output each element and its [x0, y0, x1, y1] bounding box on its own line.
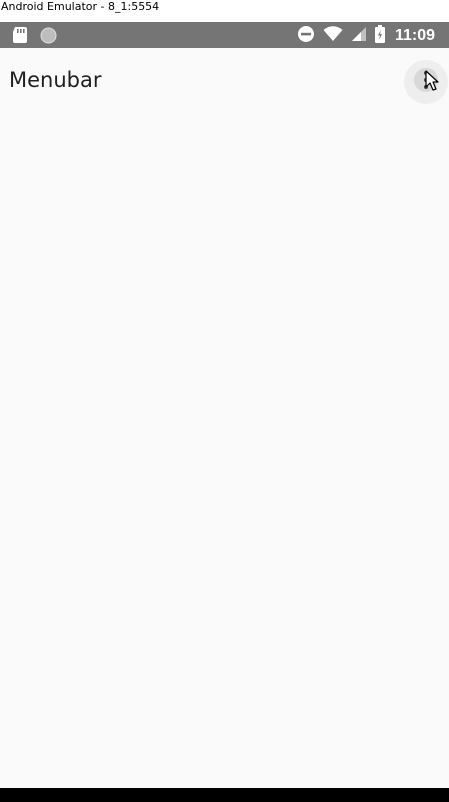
page-title: Menubar [9, 68, 102, 92]
wifi-icon [323, 26, 343, 46]
cell-signal-icon [351, 26, 367, 46]
sd-card-icon [12, 26, 28, 48]
status-time: 11:09 [394, 27, 435, 44]
app-content: Menubar [0, 48, 449, 788]
navigation-bar [0, 788, 449, 802]
battery-icon [374, 25, 385, 47]
app-bar: Menubar [0, 48, 449, 112]
status-bar: 11:09 [0, 22, 449, 48]
circle-notification-icon [40, 27, 57, 48]
do-not-disturb-icon [297, 25, 315, 47]
mouse-cursor-icon [425, 70, 439, 96]
window-title: Android Emulator - 8_1:5554 [0, 0, 449, 22]
overflow-menu-button[interactable] [404, 60, 448, 104]
